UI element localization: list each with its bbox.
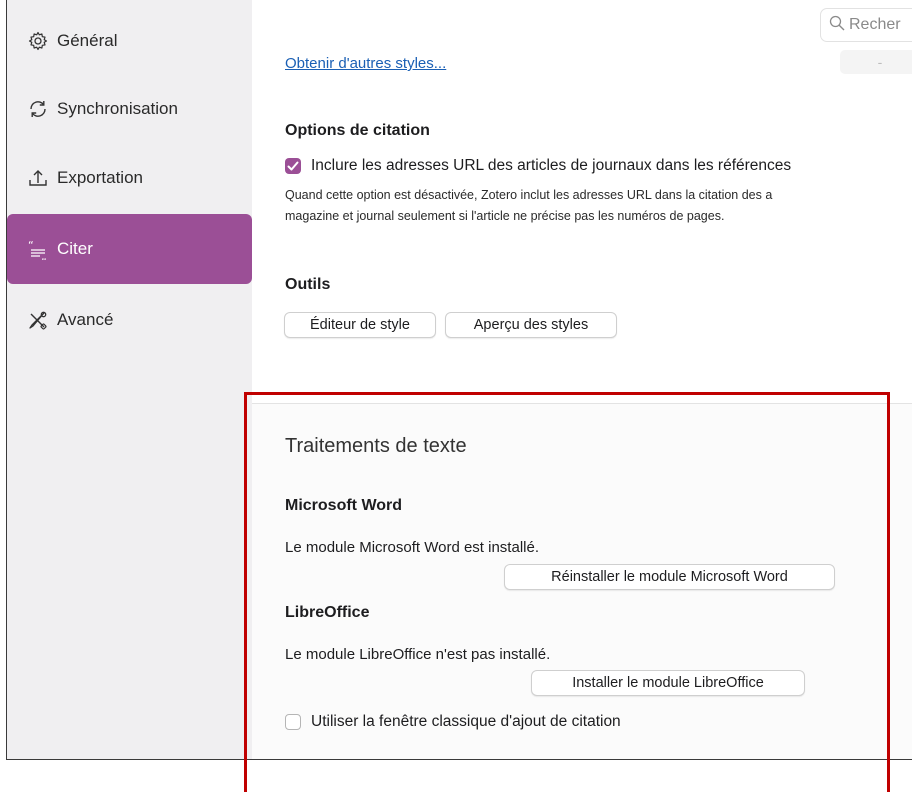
citation-options-heading: Options de citation <box>285 122 430 139</box>
style-preview-button[interactable]: Aperçu des styles <box>445 312 617 338</box>
sidebar-item-advanced[interactable]: Avancé <box>7 285 252 355</box>
sidebar-item-label: Exportation <box>57 168 143 187</box>
sidebar-item-label: Synchronisation <box>57 99 178 118</box>
tools-heading: Outils <box>285 276 331 293</box>
reinstall-word-plugin-button[interactable]: Réinstaller le module Microsoft Word <box>504 564 835 590</box>
microsoft-word-status: Le module Microsoft Word est installé. <box>285 539 539 556</box>
sidebar-item-sync[interactable]: Synchronisation <box>7 74 252 144</box>
sidebar-item-label: Avancé <box>57 310 114 329</box>
sidebar-item-label: Citer <box>57 239 93 258</box>
preferences-window: Général Synchronisation Exportation “„ C… <box>0 0 912 792</box>
word-processors-heading: Traitements de texte <box>285 435 467 457</box>
sync-icon <box>25 96 51 122</box>
style-editor-button[interactable]: Éditeur de style <box>284 312 436 338</box>
citation-description-line1: Quand cette option est désactivée, Zoter… <box>285 188 773 202</box>
sidebar-item-cite[interactable]: “„ Citer <box>7 214 252 284</box>
tools-icon <box>25 307 51 333</box>
sidebar-item-label: Général <box>57 31 118 50</box>
citation-description-line2: magazine et journal seulement si l'artic… <box>285 209 725 223</box>
include-urls-checkbox[interactable] <box>285 158 301 174</box>
search-input[interactable]: Recher <box>820 8 912 42</box>
libreoffice-status: Le module LibreOffice n'est pas installé… <box>285 646 551 663</box>
sidebar-item-export[interactable]: Exportation <box>7 143 252 213</box>
sidebar: Général Synchronisation Exportation “„ C… <box>7 0 252 759</box>
microsoft-word-heading: Microsoft Word <box>285 497 403 514</box>
install-libreoffice-plugin-button[interactable]: Installer le module LibreOffice <box>531 670 805 696</box>
classic-dialog-label: Utiliser la fenêtre classique d'ajout de… <box>311 713 621 730</box>
gear-icon <box>25 28 51 54</box>
svg-text:„: „ <box>41 250 47 260</box>
citation-icon: “„ <box>25 236 51 262</box>
search-icon <box>829 15 845 36</box>
checkmark-icon <box>287 161 299 171</box>
search-placeholder: Recher <box>849 16 901 33</box>
classic-dialog-checkbox[interactable] <box>285 714 301 730</box>
include-urls-label: Inclure les adresses URL des articles de… <box>311 157 792 174</box>
libreoffice-heading: LibreOffice <box>285 604 370 621</box>
remove-style-button[interactable]: - <box>840 50 912 74</box>
sidebar-item-general[interactable]: Général <box>7 6 252 76</box>
export-icon <box>25 165 51 191</box>
get-more-styles-link[interactable]: Obtenir d'autres styles... <box>285 55 446 72</box>
